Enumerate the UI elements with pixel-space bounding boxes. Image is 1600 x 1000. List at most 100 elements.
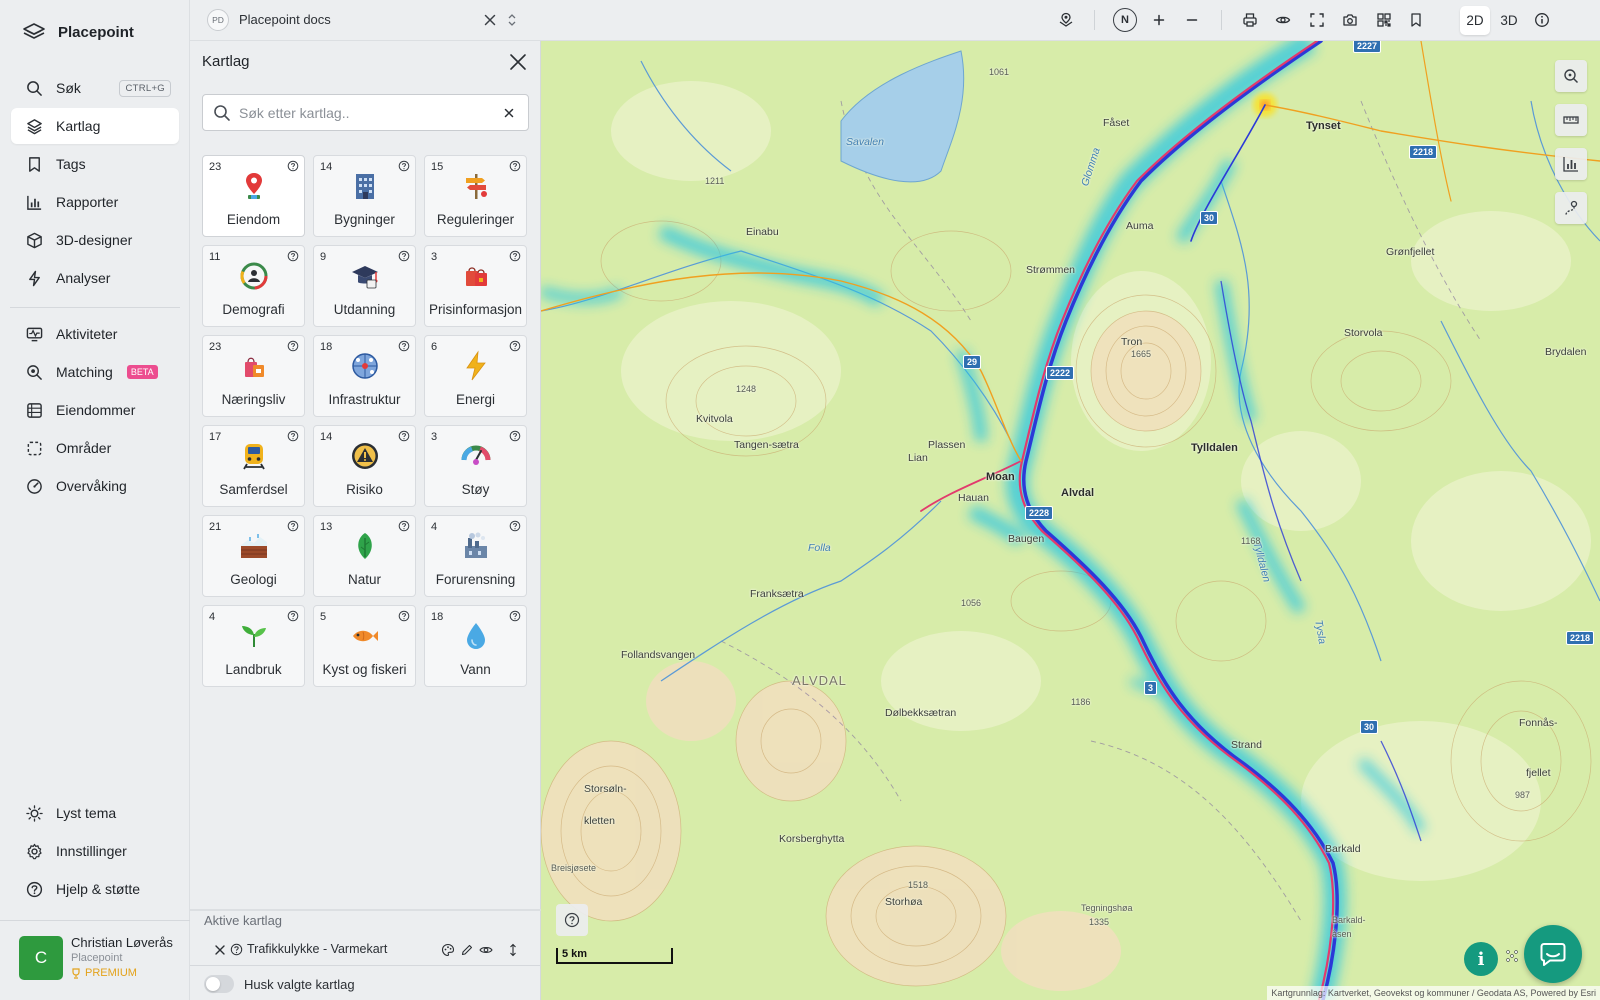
help-circle-icon[interactable] (398, 610, 410, 622)
help-circle-icon[interactable] (287, 160, 299, 172)
map-view[interactable]: Tynset Fåset Savalen Einabu Auma Strømme… (541, 41, 1600, 1000)
drag-grip-icon[interactable] (1505, 949, 1519, 963)
sidebar-item-monitoring[interactable]: Overvåking (11, 468, 179, 504)
brand[interactable]: Placepoint (22, 22, 134, 42)
layer-category-card[interactable]: 14 Bygninger (313, 155, 416, 237)
switch-document-button[interactable] (502, 10, 522, 30)
map-tool-identify[interactable] (1555, 60, 1587, 92)
help-circle-icon[interactable] (287, 610, 299, 622)
clear-search-icon[interactable] (503, 107, 515, 119)
layer-category-card[interactable]: 4 Landbruk (202, 605, 305, 687)
view-3d-toggle[interactable]: 3D (1494, 6, 1524, 35)
sidebar-item-activities[interactable]: Aktiviteter (11, 316, 179, 352)
help-circle-icon[interactable] (398, 160, 410, 172)
map-help-button[interactable] (556, 904, 588, 936)
sidebar-item-settings[interactable]: Innstillinger (11, 833, 179, 869)
info-button[interactable] (1532, 10, 1552, 30)
zoom-out-button[interactable] (1182, 10, 1202, 30)
shopping-bags-icon (466, 267, 487, 286)
help-circle-icon[interactable] (509, 520, 521, 532)
map-tool-route[interactable] (1555, 192, 1587, 224)
close-document-button[interactable] (480, 10, 500, 30)
sidebar-item-properties[interactable]: Eiendommer (11, 392, 179, 428)
sidebar-item-analyses[interactable]: Analyser (11, 260, 179, 296)
help-circle-icon[interactable] (509, 340, 521, 352)
document-title[interactable]: Placepoint docs (239, 12, 331, 27)
close-panel-button[interactable] (508, 52, 528, 72)
help-circle-icon[interactable] (509, 160, 521, 172)
fullscreen-button[interactable] (1307, 10, 1327, 30)
screenshot-button[interactable] (1340, 10, 1360, 30)
bookmark-view-button[interactable] (1406, 10, 1426, 30)
layer-category-card[interactable]: 23 Eiendom (202, 155, 305, 237)
map-info-button[interactable]: i (1464, 942, 1498, 976)
map-tool-statistics[interactable] (1555, 148, 1587, 180)
sidebar-item-matching[interactable]: Matching BETA (11, 354, 179, 390)
view-2d-toggle[interactable]: 2D (1460, 6, 1490, 35)
sidebar-item-light-theme[interactable]: Lyst tema (11, 795, 179, 831)
layer-category-card[interactable]: 4 Forurensning (424, 515, 527, 597)
reorder-arrows-icon[interactable] (506, 943, 520, 957)
help-circle-icon[interactable] (287, 340, 299, 352)
compass-north-button[interactable]: N (1113, 8, 1137, 32)
layer-category-card[interactable]: 15 Reguleringer (424, 155, 527, 237)
help-circle-icon[interactable] (287, 430, 299, 442)
active-layer-row[interactable]: Trafikkulykke - Varmekart (190, 932, 541, 966)
layer-category-card[interactable]: 21 Geologi (202, 515, 305, 597)
edit-pencil-icon[interactable] (460, 943, 474, 957)
sidebar-item-areas[interactable]: Områder (11, 430, 179, 466)
layer-category-card[interactable]: 17 Samferdsel (202, 425, 305, 507)
qr-code-button[interactable] (1374, 10, 1394, 30)
category-layer-count: 5 (320, 611, 327, 623)
help-circle-icon[interactable] (398, 520, 410, 532)
layer-category-card[interactable]: 18 Vann (424, 605, 527, 687)
help-circle-icon[interactable] (287, 520, 299, 532)
visibility-button[interactable] (1273, 10, 1293, 30)
layer-category-card[interactable]: 3 Støy (424, 425, 527, 507)
layer-category-card[interactable]: 3 Prisinformasjon (424, 245, 527, 327)
layer-category-card[interactable]: 9 Utdanning (313, 245, 416, 327)
help-circle-icon[interactable] (398, 430, 410, 442)
layer-category-card[interactable]: 13 Natur (313, 515, 416, 597)
layer-category-card[interactable]: 11 Demografi (202, 245, 305, 327)
help-circle-icon[interactable] (509, 610, 521, 622)
zoom-in-button[interactable] (1149, 10, 1169, 30)
map-layers-style-button[interactable] (1056, 10, 1076, 30)
sidebar-item-help[interactable]: Hjelp & støtte (11, 871, 179, 907)
layer-category-card[interactable]: 5 Kyst og fiskeri (313, 605, 416, 687)
sidebar-item-label: Analyser (56, 270, 111, 286)
eye-icon[interactable] (479, 943, 493, 957)
place-label: Tylldalen (1191, 442, 1238, 454)
palette-icon[interactable] (441, 943, 455, 957)
remember-layers-toggle[interactable] (204, 975, 234, 993)
place-label: Dølbekksætran (885, 707, 957, 719)
category-layer-count: 18 (320, 341, 333, 353)
sidebar-item-3d-designer[interactable]: 3D-designer (11, 222, 179, 258)
remember-layers-setting[interactable]: Husk valgte kartlag (204, 975, 355, 993)
layer-help-icon[interactable] (230, 943, 243, 956)
layer-category-card[interactable]: 14 Risiko (313, 425, 416, 507)
chat-support-button[interactable] (1524, 925, 1582, 983)
help-circle-icon[interactable] (398, 340, 410, 352)
close-icon (510, 54, 526, 70)
elevation-label: 1211 (705, 176, 725, 186)
road-number-shield: 2222 (1046, 366, 1075, 380)
help-circle-icon[interactable] (398, 250, 410, 262)
map-tool-measure[interactable] (1555, 104, 1587, 136)
sidebar-item-layers[interactable]: Kartlag (11, 108, 179, 144)
topographic-basemap[interactable] (541, 41, 1600, 1000)
help-circle-icon[interactable] (287, 250, 299, 262)
user-profile[interactable]: C Christian Løverås Placepoint PREMIUM (0, 920, 190, 1000)
remove-layer-icon[interactable] (214, 944, 226, 956)
print-button[interactable] (1240, 10, 1260, 30)
scale-bar: 5 km (556, 948, 673, 964)
sidebar-item-reports[interactable]: Rapporter (11, 184, 179, 220)
layer-category-card[interactable]: 23 Næringsliv (202, 335, 305, 417)
sidebar-item-search[interactable]: Søk CTRL+G (11, 70, 179, 106)
help-circle-icon[interactable] (509, 430, 521, 442)
layer-category-card[interactable]: 18 Infrastruktur (313, 335, 416, 417)
layer-search-input[interactable] (239, 103, 489, 123)
help-circle-icon[interactable] (509, 250, 521, 262)
layer-category-card[interactable]: 6 Energi (424, 335, 527, 417)
sidebar-item-tags[interactable]: Tags (11, 146, 179, 182)
